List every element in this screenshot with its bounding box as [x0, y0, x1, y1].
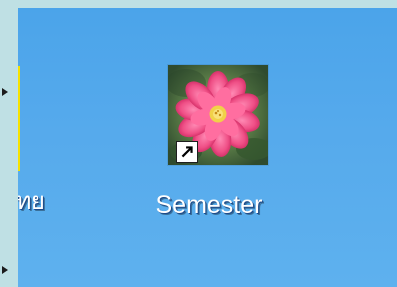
yellow-file-icon [18, 66, 20, 171]
desktop-icon-thai[interactable]: ไทย [18, 58, 58, 218]
yellow-tile [18, 66, 20, 171]
desktop-icon-label: Semester [155, 191, 263, 219]
arrow-right-icon [2, 88, 8, 96]
left-strip [0, 0, 18, 287]
flower-thumbnail [168, 65, 268, 165]
desktop: ไทย [18, 8, 397, 287]
desktop-icon-semester[interactable]: Semester [143, 61, 275, 221]
pink-water-lily-icon [168, 65, 268, 165]
shortcut-arrow-icon [176, 141, 198, 163]
desktop-icon-label: ไทย [18, 188, 45, 215]
arrow-right-icon [2, 266, 8, 274]
